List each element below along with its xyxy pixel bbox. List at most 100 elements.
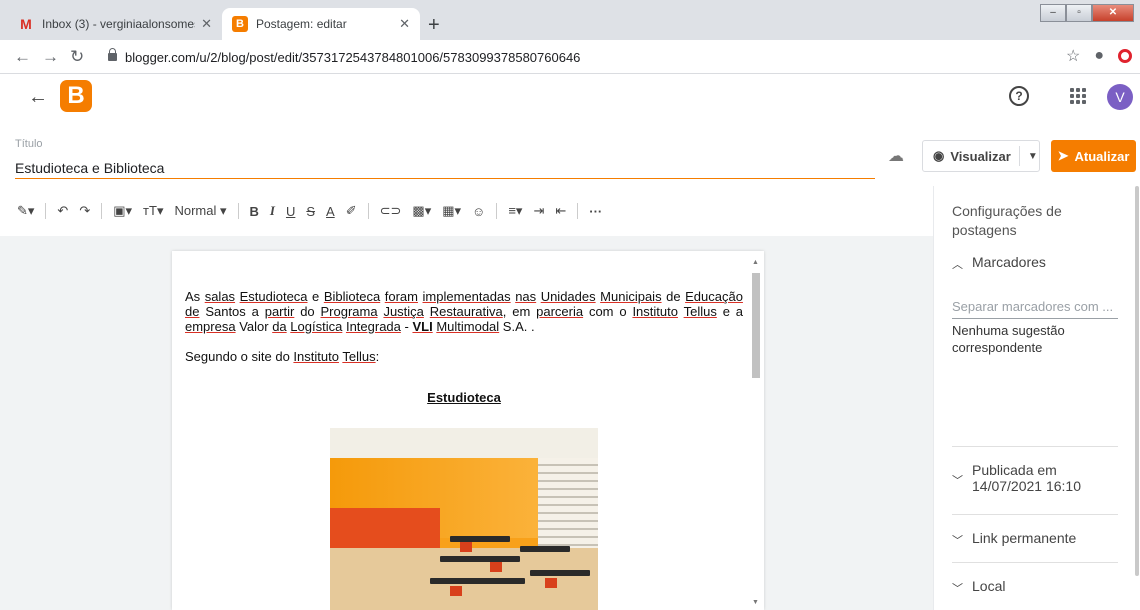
sidebar-scrollbar[interactable] <box>1135 186 1139 576</box>
underline-button[interactable]: U <box>286 204 295 219</box>
image-icon[interactable]: ▩▾ <box>412 203 431 219</box>
link-icon[interactable]: ⊂⊃ <box>380 203 402 219</box>
text-run: e a <box>716 304 743 319</box>
post-body-editor[interactable]: As salas Estudioteca e Biblioteca foram … <box>172 251 764 610</box>
pencil-icon[interactable]: ✎▾ <box>17 203 34 219</box>
text-run: empresa <box>185 319 236 334</box>
text-run: implementadas <box>422 289 511 304</box>
forward-arrow-icon[interactable]: → <box>42 47 59 67</box>
video-icon[interactable]: ▦▾ <box>442 203 461 219</box>
text-run: parceria <box>536 304 584 319</box>
undo-icon[interactable]: ↶ <box>57 203 68 219</box>
divider <box>45 203 47 219</box>
help-icon[interactable]: ? <box>1009 86 1029 106</box>
indent-icon[interactable]: ⇥ <box>533 203 544 219</box>
apps-grid-icon[interactable] <box>1070 88 1086 104</box>
eye-icon: ◉ <box>933 148 945 163</box>
permalink-label: Link permanente <box>972 530 1077 546</box>
chevron-down-icon[interactable]: ▼ <box>1028 151 1038 162</box>
text-run: Valor <box>235 319 273 334</box>
preview-button[interactable]: ◉ Visualizar ▼ <box>922 140 1040 172</box>
minimize-icon[interactable]: – <box>1040 4 1066 22</box>
star-icon[interactable]: ☆ <box>1066 46 1080 66</box>
divider <box>952 562 1118 563</box>
text-run: , em <box>502 304 537 319</box>
location-label: Local <box>972 578 1006 594</box>
permalink-section-toggle[interactable]: ﹀ Link permanente <box>952 530 1076 548</box>
reload-icon[interactable]: ↻ <box>70 47 84 67</box>
align-icon[interactable]: ≡▾ <box>508 203 522 219</box>
address-bar-actions: ☆ ● <box>1066 46 1132 66</box>
published-info: Publicada em 14/07/2021 16:10 <box>972 462 1081 494</box>
text-color-icon[interactable]: A <box>326 204 335 219</box>
close-icon[interactable]: ✕ <box>201 16 212 32</box>
back-arrow-icon[interactable]: ← <box>28 86 48 109</box>
title-label: Título <box>15 138 43 150</box>
emoji-icon[interactable]: ☺ <box>472 204 485 219</box>
divider <box>367 203 369 219</box>
maximize-icon[interactable]: ▫ <box>1066 4 1092 22</box>
divider <box>1018 146 1020 166</box>
paragraph-2: Segundo o site do Instituto Tellus: <box>185 349 743 364</box>
chevron-down-icon: ﹀ <box>952 475 963 487</box>
scroll-thumb[interactable] <box>752 273 760 378</box>
location-section-toggle[interactable]: ﹀ Local <box>952 578 1005 596</box>
blogger-header: ← B ? V <box>0 74 1140 120</box>
update-label: Atualizar <box>1074 148 1130 164</box>
post-title-input[interactable] <box>15 157 875 179</box>
profile-icon[interactable]: ● <box>1094 47 1104 65</box>
back-arrow-icon[interactable]: ← <box>14 47 31 67</box>
new-tab-icon[interactable]: + <box>428 14 440 37</box>
divider <box>952 514 1118 515</box>
text-run: Tellus <box>683 304 717 319</box>
avatar[interactable]: V <box>1107 84 1133 110</box>
format-label: Normal <box>174 203 217 218</box>
tab-inbox[interactable]: M Inbox (3) - verginiaalonsomestra ✕ <box>8 8 222 40</box>
tab-post-edit[interactable]: B Postagem: editar ✕ <box>222 8 420 40</box>
update-button[interactable]: ➤ Atualizar <box>1051 140 1136 172</box>
text-run: Justiça <box>383 304 424 319</box>
highlight-icon[interactable]: ✐ <box>346 203 357 219</box>
text-run: Estudioteca <box>239 289 308 304</box>
italic-button[interactable]: I <box>270 203 275 219</box>
blogger-icon: B <box>232 16 248 32</box>
outdent-icon[interactable]: ⇤ <box>555 203 566 219</box>
close-window-icon[interactable]: ✕ <box>1092 4 1134 22</box>
window-controls: – ▫ ✕ <box>1040 4 1134 22</box>
text-run: Instituto <box>293 349 339 364</box>
labels-section-toggle[interactable]: ︿ Marcadores <box>952 254 1046 272</box>
preview-label: Visualizar <box>950 148 1011 164</box>
bold-button[interactable]: B <box>250 204 259 219</box>
font-size-icon[interactable]: ᴛT▾ <box>143 203 163 219</box>
scroll-down-icon[interactable]: ▼ <box>752 599 759 606</box>
text-run: e <box>307 289 324 304</box>
published-section-toggle[interactable]: ﹀ Publicada em 14/07/2021 16:10 <box>952 462 1081 494</box>
text-run: salas <box>204 289 236 304</box>
post-content[interactable]: As salas Estudioteca e Biblioteca foram … <box>185 289 743 420</box>
font-icon[interactable]: ▣▾ <box>113 203 132 219</box>
divider <box>101 203 103 219</box>
more-options-icon[interactable]: ··· <box>589 204 602 219</box>
text-run: Programa <box>320 304 378 319</box>
classroom-photo[interactable] <box>330 428 598 610</box>
text-run: nas <box>515 289 537 304</box>
published-label: Publicada em <box>972 462 1057 478</box>
text-run: de <box>185 304 200 319</box>
format-select[interactable]: Normal ▾ <box>174 203 226 219</box>
text-run: Santos a <box>199 304 265 319</box>
labels-section-label: Marcadores <box>972 254 1046 270</box>
scroll-up-icon[interactable]: ▲ <box>752 259 759 266</box>
opera-icon[interactable] <box>1118 49 1132 63</box>
post-settings-sidebar: Configurações de postagens ︿ Marcadores … <box>933 186 1140 610</box>
text-run: da <box>272 319 287 334</box>
editor-scrollbar[interactable]: ▲ ▼ <box>750 255 762 610</box>
labels-input[interactable]: Separar marcadores com ... <box>952 299 1118 319</box>
text-run: Tellus <box>342 349 376 364</box>
redo-icon[interactable]: ↷ <box>79 203 90 219</box>
blogger-logo-icon[interactable]: B <box>60 80 92 112</box>
strikethrough-button[interactable]: S <box>306 204 315 219</box>
url-field[interactable]: blogger.com/u/2/blog/post/edit/357317254… <box>96 44 1096 70</box>
divider <box>577 203 579 219</box>
close-icon[interactable]: ✕ <box>399 16 410 32</box>
published-date: 14/07/2021 16:10 <box>972 478 1081 494</box>
